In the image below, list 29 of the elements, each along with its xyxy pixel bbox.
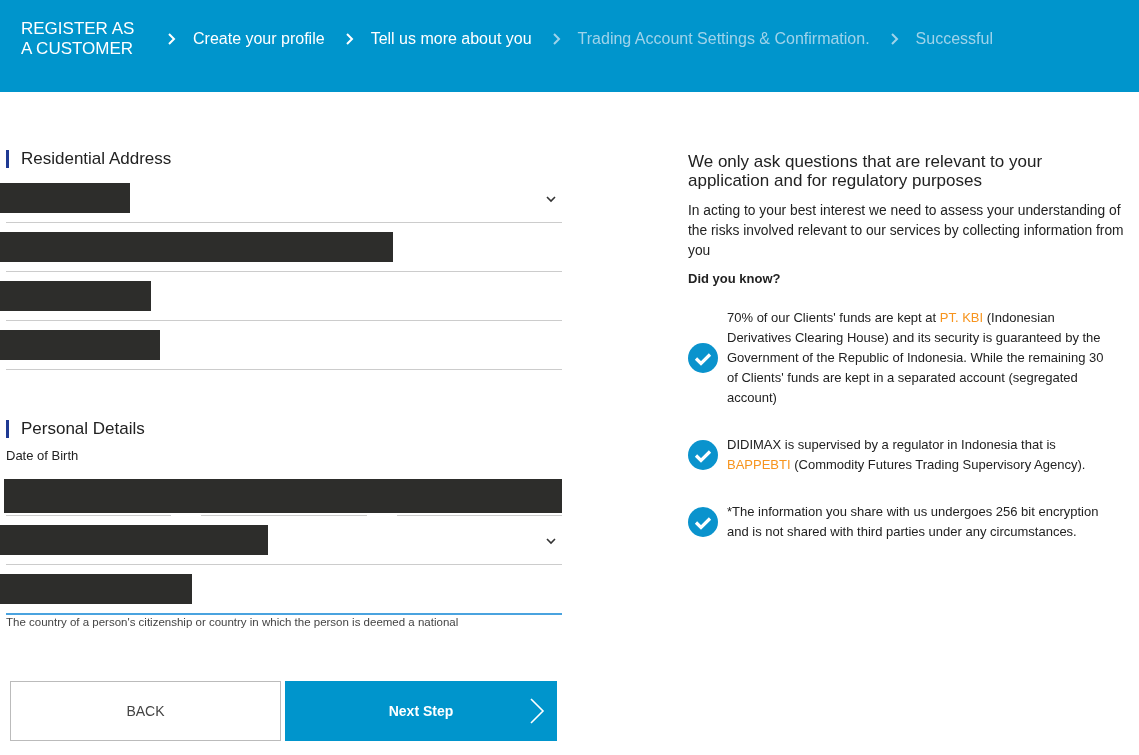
info-title: We only ask questions that are relevant to your application and for regulatory purposes (688, 152, 1044, 190)
section-heading: Personal Details (6, 420, 562, 438)
field-label: Date of Birth (6, 448, 80, 463)
chevron-icon (344, 32, 355, 46)
fact-text: 70% of our Clients' funds are kept at PT. KBI (Indonesian Derivatives Clearing House) and its security is guaranteed by the Government of the Republic of Indonesia. While the remaining 30 of Clients' funds are kept in a separated account (segregated account) (727, 309, 1105, 407)
check-icon (688, 343, 718, 373)
fact-link[interactable]: BAPPEBTI (727, 457, 791, 472)
check-icon (688, 507, 718, 537)
fact-link[interactable]: PT. KBI (939, 310, 984, 325)
section-heading: Residential Address (6, 150, 562, 168)
field-hint: The country of a person's citizenship or country in which the person is deemed a national (6, 616, 460, 628)
fact-text: DIDIMAX is supervised by a regulator in Indonesia that is BAPPEBTI (Commodity Futures Trading Supervisory Agency). (727, 436, 1087, 474)
step-label: Create your profile (193, 30, 325, 48)
info-text: In acting to your best interest we need to assess your understanding of the risks involved relevant to our services by collecting information from you (688, 202, 1125, 260)
step-label: Successful (915, 30, 993, 48)
step-label: Tell us more about you (370, 30, 532, 48)
dropdown-icon (546, 196, 556, 203)
step-label: Trading Account Settings & Confirmation. (577, 30, 870, 48)
info-subheading: Did you know? (688, 271, 782, 286)
next-step-button[interactable]: Next Step (285, 681, 557, 741)
chevron-icon (889, 32, 900, 46)
chevron-icon (529, 697, 545, 725)
chevron-icon (167, 32, 177, 46)
dropdown-icon (546, 538, 556, 545)
fact-text: *The information you share with us undergoes 256 bit encryption and is not shared with third parties under any circumstances. (727, 503, 1100, 541)
check-icon (688, 440, 718, 470)
chevron-icon (551, 32, 562, 46)
back-button[interactable]: BACK (10, 681, 281, 741)
page-title: REGISTER AS A CUSTOMER (21, 19, 136, 59)
